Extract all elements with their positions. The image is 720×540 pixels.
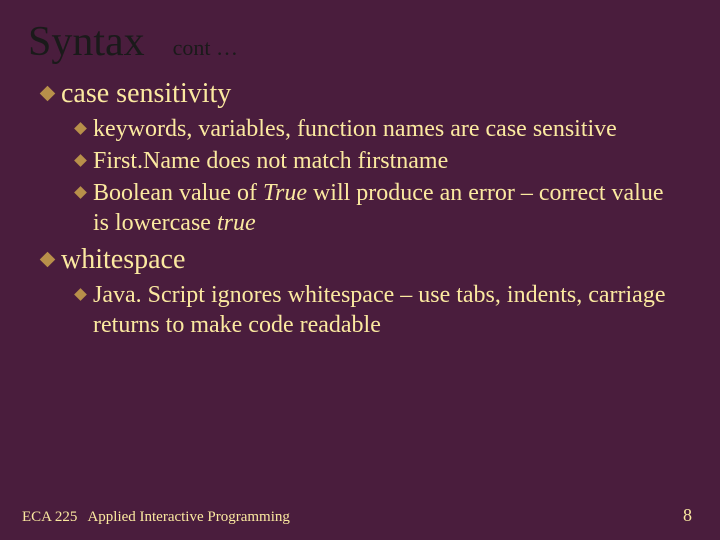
bullet-label: whitespace bbox=[61, 244, 185, 276]
text-fragment: Boolean value of bbox=[93, 180, 263, 206]
page-number: 8 bbox=[683, 505, 692, 526]
diamond-bullet-icon bbox=[40, 86, 56, 102]
slide-subtitle: cont … bbox=[173, 35, 238, 61]
sub-bullets: keywords, variables, function names are … bbox=[42, 114, 692, 238]
sub-bullet-text: First.Name does not match firstname bbox=[93, 146, 448, 176]
diamond-bullet-icon bbox=[74, 289, 87, 302]
slide-content: case sensitivity keywords, variables, fu… bbox=[28, 78, 692, 340]
sub-bullet: Java. Script ignores whitespace – use ta… bbox=[76, 280, 692, 340]
slide-footer: ECA 225 Applied Interactive Programming … bbox=[22, 505, 692, 526]
italic-true-lower: true bbox=[217, 210, 256, 236]
footer-left: ECA 225 Applied Interactive Programming bbox=[22, 509, 290, 526]
sub-bullet: Boolean value of True will produce an er… bbox=[76, 178, 692, 238]
sub-bullet-text: keywords, variables, function names are … bbox=[93, 114, 617, 144]
bullet-whitespace: whitespace Java. Script ignores whitespa… bbox=[42, 244, 692, 340]
sub-bullet: First.Name does not match firstname bbox=[76, 146, 692, 176]
italic-true: True bbox=[263, 180, 307, 206]
footer-course-title: Applied Interactive Programming bbox=[87, 509, 289, 526]
diamond-bullet-icon bbox=[40, 252, 56, 268]
sub-bullet-text: Boolean value of True will produce an er… bbox=[93, 178, 683, 238]
diamond-bullet-icon bbox=[74, 154, 87, 167]
diamond-bullet-icon bbox=[74, 122, 87, 135]
sub-bullet-text: Java. Script ignores whitespace – use ta… bbox=[93, 280, 683, 340]
diamond-bullet-icon bbox=[74, 186, 87, 199]
title-row: Syntax cont … bbox=[28, 18, 692, 66]
slide-title: Syntax bbox=[28, 18, 145, 66]
slide: Syntax cont … case sensitivity keywords,… bbox=[0, 0, 720, 540]
sub-bullet: keywords, variables, function names are … bbox=[76, 114, 692, 144]
bullet-case-sensitivity: case sensitivity keywords, variables, fu… bbox=[42, 78, 692, 238]
bullet-label: case sensitivity bbox=[61, 78, 231, 110]
sub-bullets: Java. Script ignores whitespace – use ta… bbox=[42, 280, 692, 340]
footer-course-code: ECA 225 bbox=[22, 509, 77, 526]
